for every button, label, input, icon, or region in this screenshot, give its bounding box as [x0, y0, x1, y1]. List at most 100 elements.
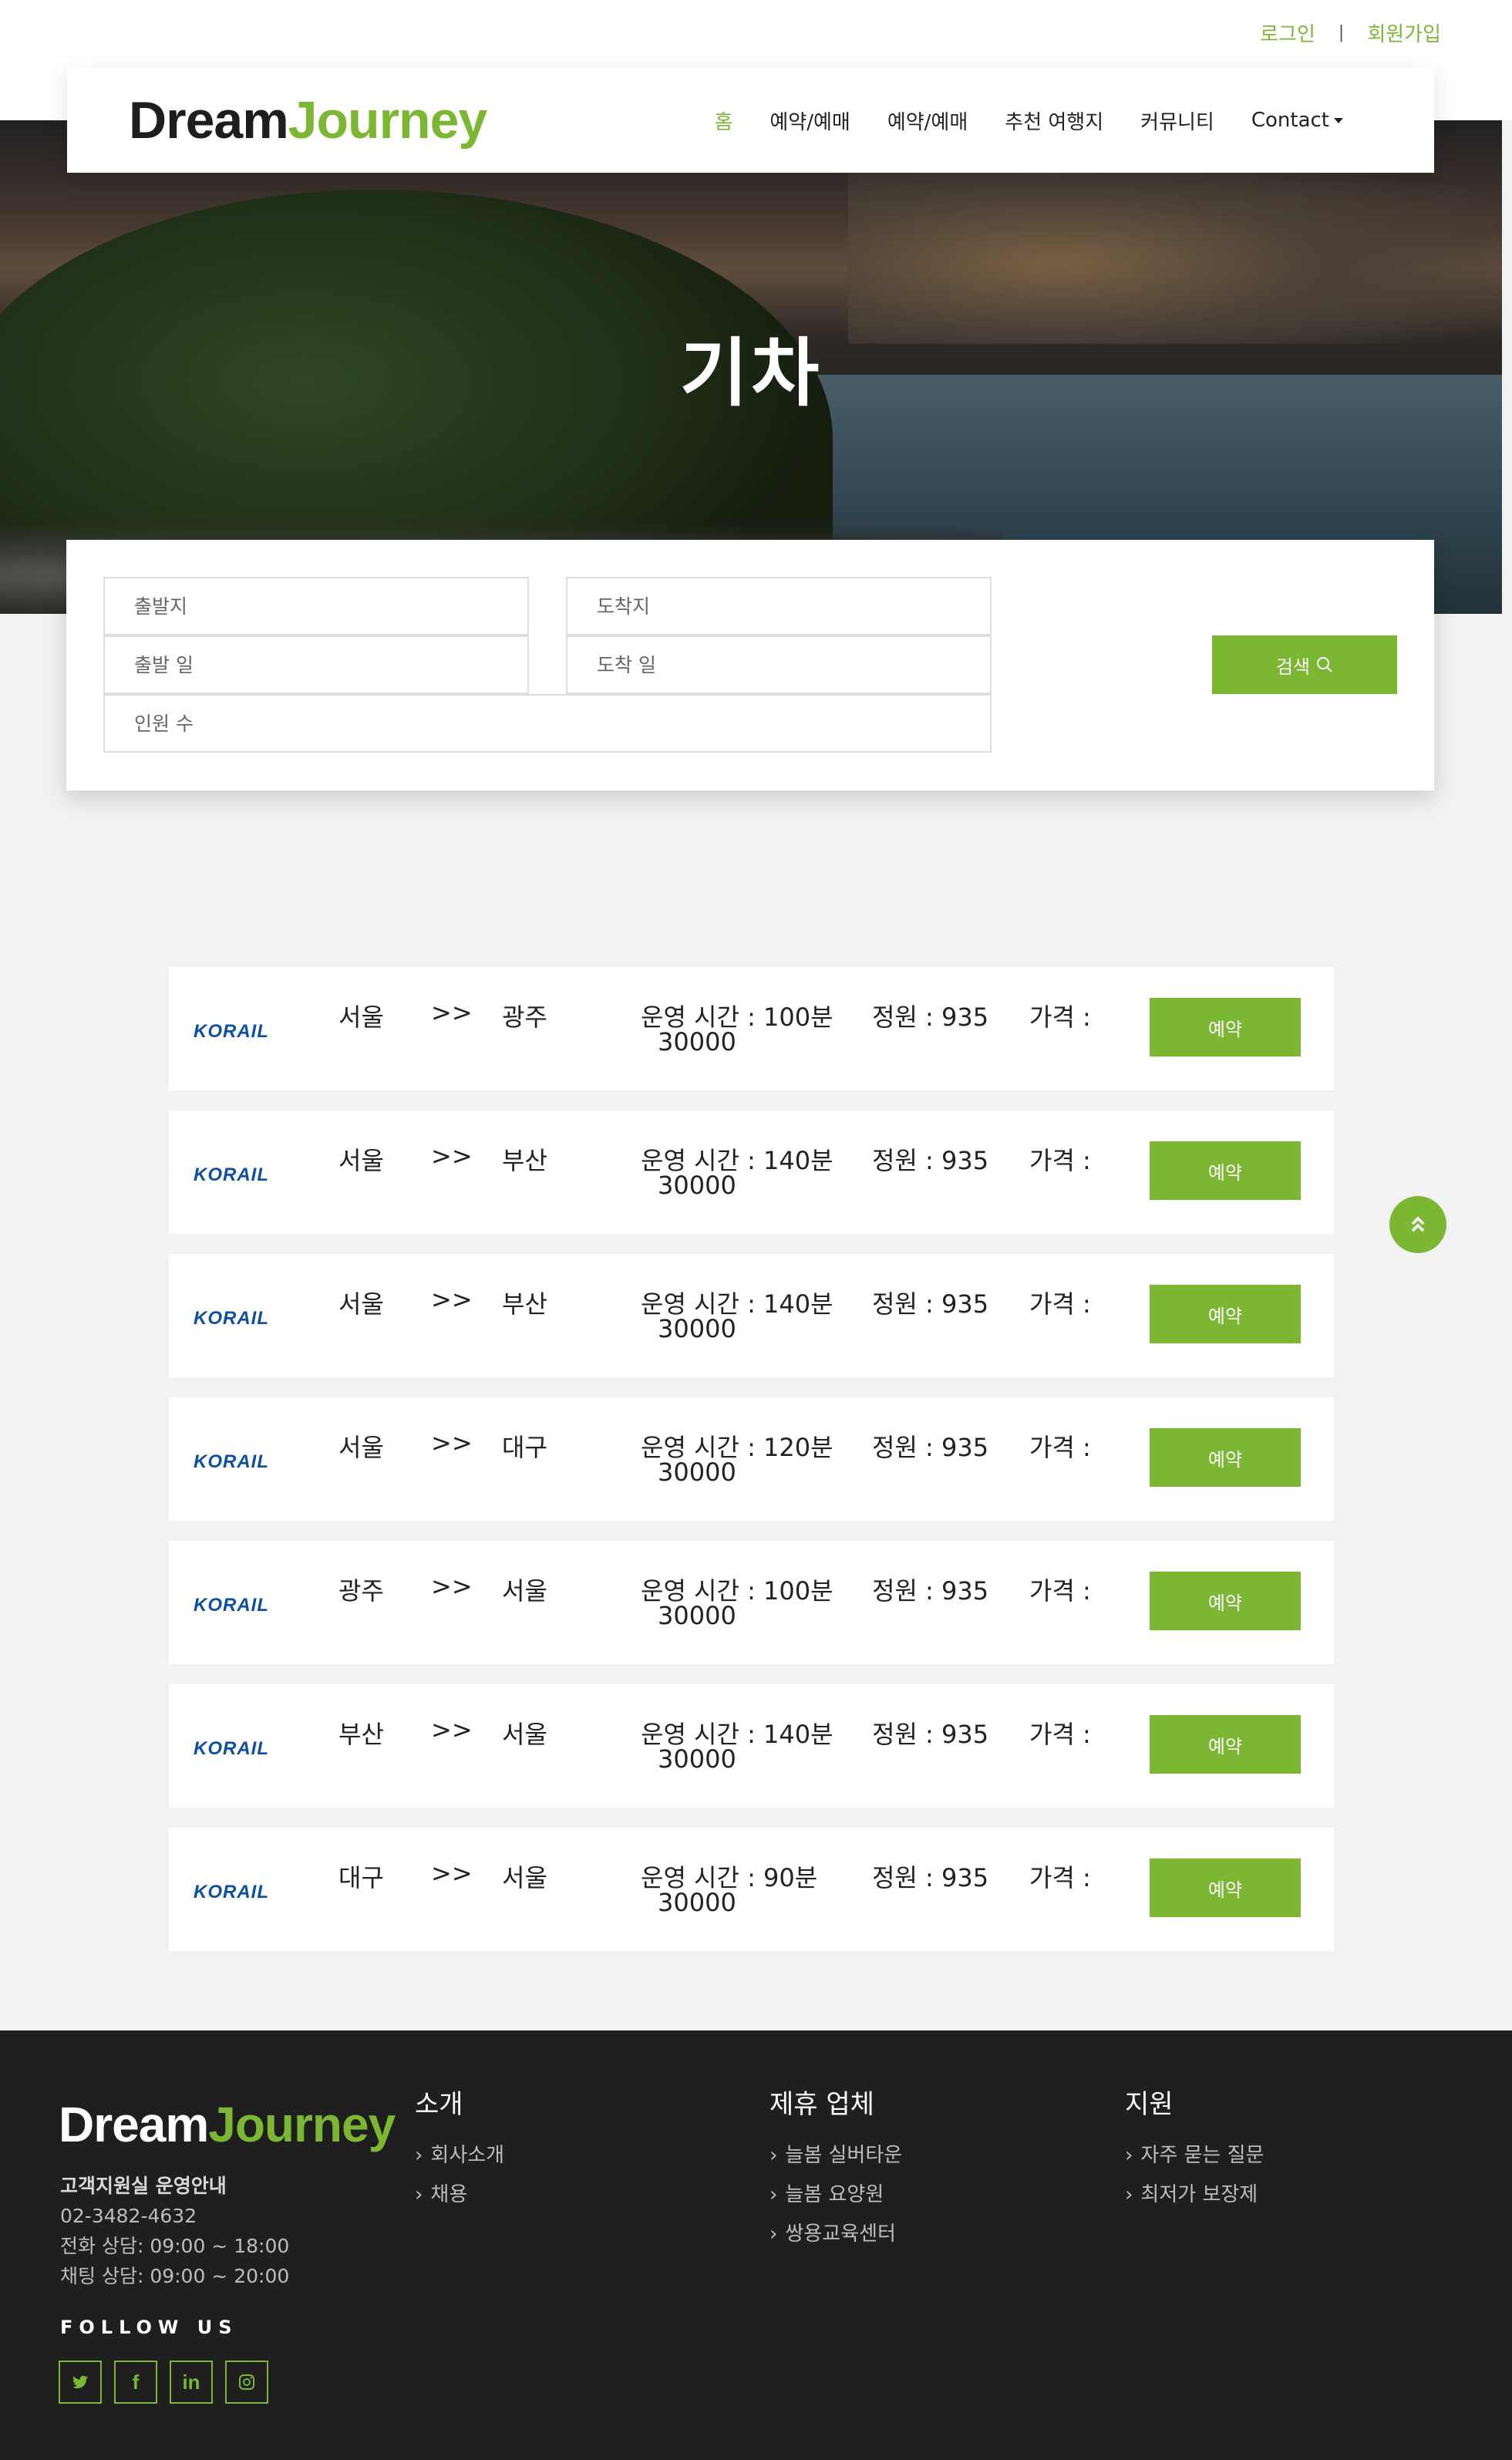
arrival-input[interactable]: [566, 577, 992, 635]
arrival-city: 서울: [502, 1576, 547, 1606]
route-arrow: >>: [431, 1715, 473, 1744]
nav-contact-dropdown[interactable]: Contact: [1251, 109, 1343, 132]
korail-logo: KORAIL: [194, 1738, 269, 1759]
capacity: 정원 : 935: [872, 1863, 989, 1892]
linkedin-icon[interactable]: in: [170, 2361, 213, 2404]
capacity: 정원 : 935: [872, 1576, 989, 1606]
price-label: 가격 :: [1029, 1003, 1091, 1032]
train-result-card: KORAIL 서울 >> 광주 운영 시간 : 100분 정원 : 935 가격 :3000…: [169, 967, 1334, 1090]
book-button[interactable]: 예약: [1150, 998, 1301, 1056]
price-label: 가격 :: [1029, 1576, 1091, 1606]
footer-link-partner-1[interactable]: › 늘봄 실버타운: [769, 2136, 902, 2175]
nav-booking-1[interactable]: 예약/예매: [769, 106, 850, 135]
book-button[interactable]: 예약: [1150, 1285, 1301, 1343]
korail-logo: KORAIL: [194, 1882, 269, 1902]
facebook-icon[interactable]: f: [114, 2361, 157, 2404]
book-button[interactable]: 예약: [1150, 1715, 1301, 1774]
chevron-right-icon: ›: [769, 2144, 778, 2167]
nav-booking-2[interactable]: 예약/예매: [887, 106, 968, 135]
search-button[interactable]: 검색: [1212, 635, 1397, 694]
search-panel: 검색: [66, 540, 1434, 790]
main-navbar: DreamJourney 홈 예약/예매 예약/예매 추천 여행지 커뮤니티 C…: [67, 68, 1434, 173]
arrive-date-input[interactable]: [566, 635, 992, 694]
footer-col-about-title: 소개: [415, 2089, 463, 2120]
support-info: 고객지원실 운영안내 02-3482-4632 전화 상담: 09:00 ~ 1…: [60, 2171, 289, 2291]
nav-home[interactable]: 홈: [714, 106, 732, 135]
capacity: 정원 : 935: [872, 1433, 989, 1462]
train-result-card: KORAIL 서울 >> 대구 운영 시간 : 120분 정원 : 935 가격 :3000…: [169, 1397, 1334, 1521]
nav-recommended[interactable]: 추천 여행지: [1005, 106, 1103, 135]
scroll-to-top-button[interactable]: [1389, 1196, 1446, 1253]
arrival-city: 부산: [502, 1289, 547, 1319]
footer-link-faq[interactable]: › 자주 묻는 질문: [1125, 2136, 1264, 2175]
capacity: 정원 : 935: [872, 1146, 989, 1175]
people-input[interactable]: [103, 694, 992, 753]
price-label: 가격 :: [1029, 1863, 1091, 1892]
departure-city: 광주: [338, 1576, 384, 1606]
korail-logo: KORAIL: [194, 1308, 269, 1329]
price-value: 30000: [658, 1601, 736, 1630]
departure-input[interactable]: [103, 577, 529, 635]
book-button[interactable]: 예약: [1150, 1572, 1301, 1630]
hero-title: 기차: [679, 330, 823, 416]
signup-link[interactable]: 회원가입: [1367, 19, 1441, 47]
korail-logo: KORAIL: [194, 1451, 269, 1472]
footer-link-company[interactable]: › 회사소개: [415, 2136, 504, 2175]
train-result-card: KORAIL 서울 >> 부산 운영 시간 : 140분 정원 : 935 가격 :3000…: [169, 1254, 1334, 1377]
social-links: f in: [59, 2361, 268, 2404]
footer-link-price-guarantee[interactable]: › 최저가 보장제: [1125, 2175, 1264, 2215]
nav-contact-label: Contact: [1251, 109, 1329, 132]
departure-city: 서울: [338, 1003, 384, 1032]
departure-city: 대구: [338, 1863, 384, 1892]
train-result-card: KORAIL 부산 >> 서울 운영 시간 : 140분 정원 : 935 가격 :3000…: [169, 1684, 1334, 1808]
route-arrow: >>: [431, 998, 473, 1027]
footer-logo[interactable]: DreamJourney: [59, 2096, 396, 2153]
chevron-right-icon: ›: [415, 2183, 423, 2206]
top-links-separator: |: [1338, 23, 1345, 42]
main-menu: 홈 예약/예매 예약/예매 추천 여행지 커뮤니티 Contact: [714, 106, 1343, 135]
departure-city: 부산: [338, 1720, 384, 1749]
footer-col-support-title: 지원: [1125, 2089, 1174, 2120]
book-button[interactable]: 예약: [1150, 1141, 1301, 1200]
book-button[interactable]: 예약: [1150, 1428, 1301, 1487]
instagram-icon[interactable]: [225, 2361, 268, 2404]
route-arrow: >>: [431, 1428, 473, 1457]
book-button[interactable]: 예약: [1150, 1858, 1301, 1917]
footer-col-about: 소개 › 회사소개 › 채용: [415, 2083, 504, 2215]
chevron-down-icon: [1334, 118, 1343, 123]
chevron-right-icon: ›: [1125, 2144, 1133, 2167]
price-label: 가격 :: [1029, 1433, 1091, 1462]
brand-logo[interactable]: DreamJourney: [129, 90, 487, 150]
chevron-right-icon: ›: [415, 2144, 423, 2167]
login-link[interactable]: 로그인: [1260, 19, 1315, 47]
search-button-label: 검색: [1275, 655, 1311, 678]
nav-community[interactable]: 커뮤니티: [1140, 106, 1214, 135]
support-phone: 02-3482-4632: [60, 2205, 197, 2227]
route-arrow: >>: [431, 1572, 473, 1601]
chevron-right-icon: ›: [1125, 2183, 1133, 2206]
top-links: 로그인 | 회원가입: [1260, 19, 1441, 47]
price-label: 가격 :: [1029, 1146, 1091, 1175]
departure-city: 서울: [338, 1289, 384, 1319]
footer-link-partner-3[interactable]: › 쌍용교육센터: [769, 2215, 902, 2254]
price-value: 30000: [658, 1314, 736, 1343]
price-value: 30000: [658, 1888, 736, 1917]
capacity: 정원 : 935: [872, 1289, 989, 1319]
departure-city: 서울: [338, 1146, 384, 1175]
follow-us-label: FOLLOW US: [60, 2317, 238, 2338]
capacity: 정원 : 935: [872, 1720, 989, 1749]
train-result-card: KORAIL 광주 >> 서울 운영 시간 : 100분 정원 : 935 가격 :3000…: [169, 1541, 1334, 1664]
double-chevron-up-icon: [1411, 1216, 1425, 1232]
train-result-card: KORAIL 대구 >> 서울 운영 시간 : 90분 정원 : 935 가격 :30000…: [169, 1828, 1334, 1951]
depart-date-input[interactable]: [103, 635, 529, 694]
footer-link-partner-2[interactable]: › 늘봄 요양원: [769, 2175, 902, 2215]
support-title: 고객지원실 운영안내: [60, 2175, 227, 2197]
price-label: 가격 :: [1029, 1289, 1091, 1319]
arrival-city: 서울: [502, 1863, 547, 1892]
footer: DreamJourney 고객지원실 운영안내 02-3482-4632 전화 …: [0, 2030, 1512, 2460]
footer-link-careers[interactable]: › 채용: [415, 2175, 504, 2215]
twitter-icon[interactable]: [59, 2361, 102, 2404]
price-label: 가격 :: [1029, 1720, 1091, 1749]
search-icon: [1317, 657, 1332, 672]
train-results-list: KORAIL 서울 >> 광주 운영 시간 : 100분 정원 : 935 가격 :3000…: [169, 967, 1334, 1971]
